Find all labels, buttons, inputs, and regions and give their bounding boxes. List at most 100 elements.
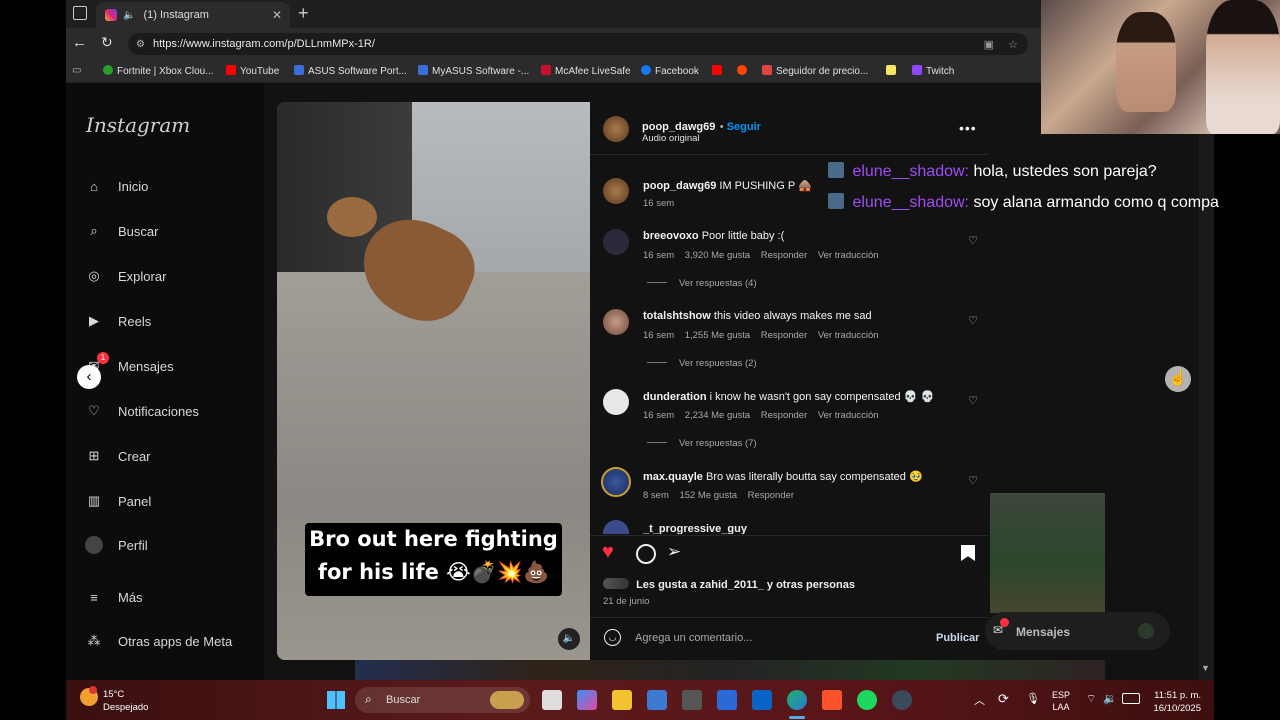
comment-avatar[interactable] [601,467,631,497]
comment-avatar[interactable] [603,309,629,335]
caption-avatar[interactable] [603,178,629,204]
split-screen-icon[interactable]: ▣ [984,38,994,51]
bookmarks-menu-icon[interactable]: ▭ [72,65,81,76]
nav-notifications[interactable]: ♡ Notificaciones [84,401,199,421]
messages-pill[interactable]: ✉ Mensajes [985,612,1170,650]
nav-dashboard[interactable]: ▥ Panel [84,491,151,511]
previous-post-button[interactable]: ‹ [77,365,101,389]
file-explorer-icon[interactable] [612,690,632,710]
copilot-icon[interactable] [577,690,597,710]
taskbar-search[interactable]: ⌕ Buscar [355,687,530,713]
audio-link[interactable]: Audio original [642,133,700,144]
back-icon[interactable]: ← [72,34,87,51]
nav-home[interactable]: ⌂ Inicio [84,176,148,196]
follow-button[interactable]: Seguir [727,121,761,133]
more-options-icon[interactable]: ••• [959,120,977,136]
bookmark-facebook[interactable]: Facebook [641,65,699,77]
comment-likes[interactable]: 2,234 Me gusta [685,410,751,421]
reply-button[interactable]: Responder [761,330,807,341]
brave-icon[interactable] [822,690,842,710]
comment-avatar[interactable] [603,520,629,534]
comment-likes[interactable]: 1,255 Me gusta [685,330,751,341]
app-icon[interactable] [682,690,702,710]
like-comment-icon[interactable]: ♡ [968,234,978,247]
like-comment-icon[interactable]: ♡ [968,394,978,407]
instagram-logo[interactable]: Instagram [86,113,190,137]
sync-icon[interactable]: ⟳ [998,691,1009,707]
nav-more[interactable]: ≡ Más [84,587,142,607]
microphone-icon[interactable]: 🎙 [1026,692,1040,705]
view-replies-button[interactable]: Ver respuestas (2) [647,358,757,369]
comment-avatar[interactable] [603,389,629,415]
reload-icon[interactable]: ↻ [101,34,113,51]
clock[interactable]: 11:51 p. m. 16/10/2025 [1147,689,1201,715]
author-username[interactable]: poop_dawg69 [642,121,715,133]
nav-profile[interactable]: Perfil [84,535,148,555]
comment-likes[interactable]: 152 Me gusta [679,490,737,501]
volume-icon[interactable]: 🔉 [1103,692,1117,705]
comment-username[interactable]: dunderation [643,391,707,403]
outlook-icon[interactable] [752,690,772,710]
steam-icon[interactable] [892,690,912,710]
battery-icon[interactable] [1122,693,1140,704]
new-tab-icon[interactable]: + [298,3,309,24]
comment-username[interactable]: max.quayle [643,471,703,483]
bookmark-price-tracker[interactable]: Seguidor de precio... [762,65,868,77]
speaker-icon[interactable]: 🔈 [123,10,135,21]
nav-explore[interactable]: ◎ Explorar [84,266,166,286]
nav-create[interactable]: ⊞ Crear [84,446,151,466]
comment-username[interactable]: breeovoxo [643,230,699,242]
publish-button[interactable]: Publicar [936,632,979,644]
likes-summary[interactable]: Les gusta a zahid_2011_ y otras personas [603,578,855,591]
store-icon[interactable] [647,690,667,710]
share-icon[interactable]: ➢ [667,542,681,562]
comment-username[interactable]: _t_progressive_guy [643,523,747,534]
bookmark-keep[interactable] [886,65,900,77]
like-comment-icon[interactable]: ♡ [968,474,978,487]
bookmark-youtube[interactable]: YouTube [226,65,279,77]
comment-icon[interactable] [636,544,656,564]
nav-reels[interactable]: ▶ Reels [84,311,151,331]
spotify-icon[interactable] [857,690,877,710]
comment-likes[interactable]: 3,920 Me gusta [685,250,751,261]
bookmark-myasus[interactable]: MyASUS Software -... [418,65,529,77]
view-replies-button[interactable]: Ver respuestas (7) [647,438,757,449]
comment-avatar[interactable] [603,229,629,255]
browser-tab[interactable]: 🔈 (1) Instagram ✕ [96,2,290,28]
mute-button[interactable]: 🔈 [558,628,580,650]
task-view-icon[interactable] [542,690,562,710]
emoji-icon[interactable]: ◡ [604,629,621,646]
comment-username[interactable]: totalshtshow [643,310,711,322]
start-button[interactable] [327,691,345,709]
feed-thumbnail[interactable] [990,493,1105,613]
caption-username[interactable]: poop_dawg69 [643,180,716,192]
comment-input[interactable]: Agrega un comentario... [635,632,915,644]
edge-icon[interactable] [787,690,807,710]
site-info-icon[interactable]: ⚙ [136,39,145,50]
address-bar[interactable]: ⚙ https://www.instagram.com/p/DLLnmMPx-1… [128,33,1028,55]
view-replies-button[interactable]: Ver respuestas (4) [647,278,757,289]
page-scrollbar[interactable] [1199,134,1214,680]
tab-actions-icon[interactable] [73,6,87,20]
like-comment-icon[interactable]: ♡ [968,314,978,327]
app-icon-2[interactable] [717,690,737,710]
wifi-icon[interactable]: ⌔ [1086,692,1096,706]
language-indicator[interactable]: ESP LAA [1052,689,1070,713]
bookmark-mcafee[interactable]: McAfee LiveSafe [541,65,631,77]
bookmark-asus-portal[interactable]: ASUS Software Port... [294,65,407,77]
bookmark-reddit[interactable] [737,65,751,77]
bookmark-youtube-2[interactable] [712,65,726,77]
scroll-down-arrow[interactable]: ▼ [1201,663,1210,673]
reply-button[interactable]: Responder [761,410,807,421]
nav-meta-apps[interactable]: ⁂ Otras apps de Meta [84,631,233,651]
tray-overflow-icon[interactable]: ︿ [974,692,985,708]
translate-button[interactable]: Ver traducción [818,330,879,341]
nav-search[interactable]: ⌕ Buscar [84,221,158,241]
like-heart-icon[interactable]: ♥ [602,541,614,564]
translate-button[interactable]: Ver traducción [818,410,879,421]
reply-button[interactable]: Responder [761,250,807,261]
author-avatar[interactable] [603,116,629,142]
bookmark-fortnite[interactable]: Fortnite | Xbox Clou... [103,65,214,77]
bookmark-twitch[interactable]: Twitch [912,65,954,77]
favorite-star-icon[interactable]: ☆ [1008,38,1018,51]
